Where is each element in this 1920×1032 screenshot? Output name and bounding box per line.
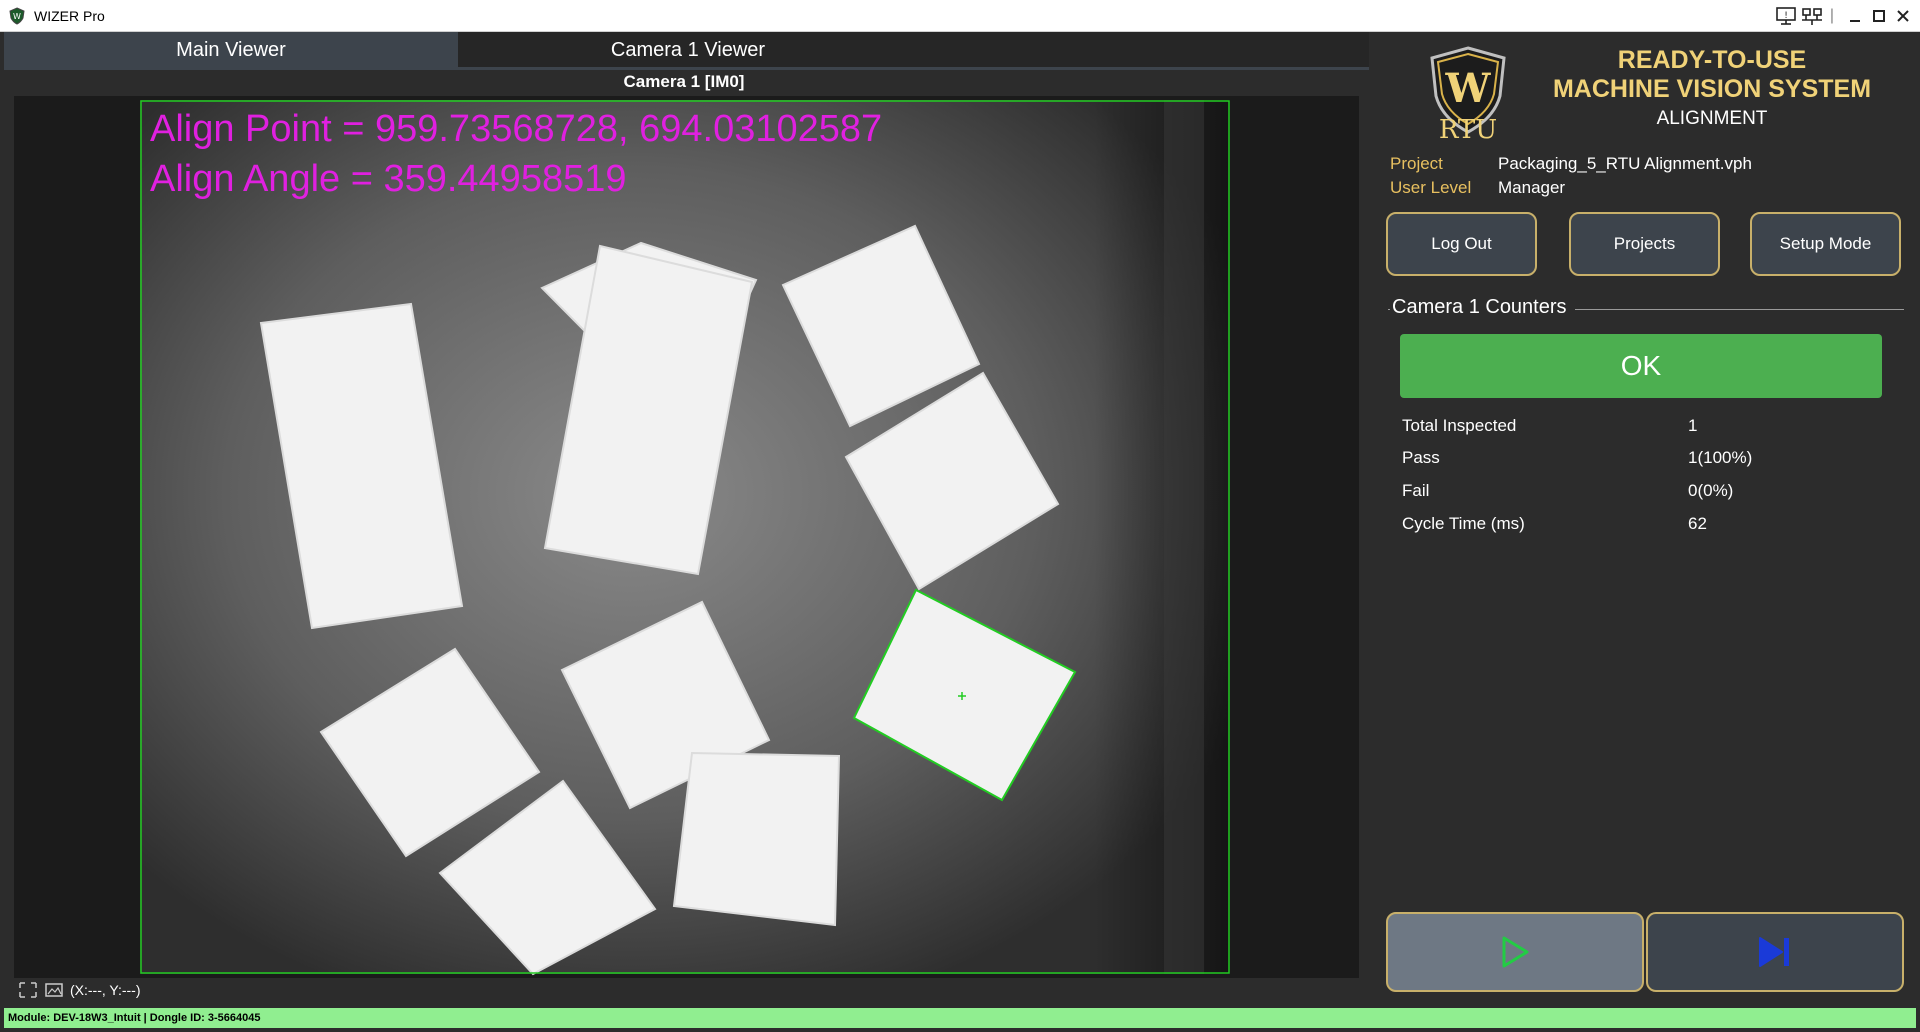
maximize-icon[interactable] [1866,4,1892,28]
project-value: Packaging_5_RTU Alignment.vph [1498,154,1752,173]
viewer-label: Camera 1 [IM0] [623,72,745,91]
log-out-button[interactable]: Log Out [1386,212,1537,276]
camera-image [14,96,1359,978]
brand-block: READY-TO-USE MACHINE VISION SYSTEM ALIGN… [1522,46,1902,130]
counter-label: Pass [1402,448,1440,467]
projects-button[interactable]: Projects [1569,212,1720,276]
tab-camera-1-viewer[interactable]: Camera 1 Viewer [458,32,918,68]
camera-image-viewer[interactable]: Align Point = 959.73568728, 694.03102587… [14,96,1359,978]
single-step-button[interactable] [1646,912,1904,992]
project-label: Project [1390,154,1443,173]
window-title: WIZER Pro [34,8,105,24]
cursor-coordinates: (X:---, Y:---) [70,982,141,998]
title-bar: W WIZER Pro ! | [0,0,1920,32]
setup-mode-button[interactable]: Setup Mode [1750,212,1901,276]
tab-underline [4,67,1369,70]
counters-title: Camera 1 Counters [1390,296,1575,319]
counter-label: Fail [1402,481,1430,500]
brand-line-2: MACHINE VISION SYSTEM [1552,75,1872,103]
counter-value: 62 [1688,514,1707,533]
counter-value: 1(100%) [1688,448,1753,467]
svg-text:W: W [13,12,21,21]
counter-label: Cycle Time (ms) [1402,514,1525,533]
user-level-value: Manager [1498,178,1566,197]
svg-text:!: ! [1784,11,1788,21]
rtu-logo: W RTU [1430,46,1506,140]
app-shield-icon: W [9,7,25,25]
counter-value: 0(0%) [1688,481,1734,500]
fit-to-window-icon[interactable] [18,981,38,999]
tab-main-viewer[interactable]: Main Viewer [4,32,458,68]
step-forward-icon [1759,937,1789,967]
status-bar: Module: DEV-18W3_Intuit | Dongle ID: 3-5… [4,1008,1916,1028]
svg-text:RTU: RTU [1439,115,1497,140]
close-icon[interactable] [1890,4,1916,28]
svg-text:W: W [1445,65,1492,112]
play-icon [1502,936,1529,968]
run-button[interactable] [1386,912,1644,992]
title-separator: | [1829,7,1835,24]
align-angle-text: Align Angle = 359.44958519 [150,158,627,200]
image-icon[interactable] [44,981,64,999]
viewer-tabs: Main Viewer Camera 1 Viewer [4,32,1369,70]
brand-line-1: READY-TO-USE [1617,46,1807,74]
viewer-status: (X:---, Y:---) [18,980,141,1000]
package-9 [672,751,841,927]
right-panel: W RTU READY-TO-USE MACHINE VISION SYSTEM… [1372,32,1920,1008]
counter-label: Total Inspected [1402,416,1517,435]
result-indicator: OK [1400,334,1882,398]
align-point-text: Align Point = 959.73568728, 694.03102587 [150,108,883,150]
remote-display-icon[interactable]: ! [1774,4,1798,28]
network-settings-icon[interactable] [1800,4,1824,28]
brand-line-3: ALIGNMENT [1656,108,1768,129]
user-level-label: User Level [1390,178,1472,197]
minimize-icon[interactable] [1842,4,1868,28]
counter-value: 1 [1688,416,1698,435]
